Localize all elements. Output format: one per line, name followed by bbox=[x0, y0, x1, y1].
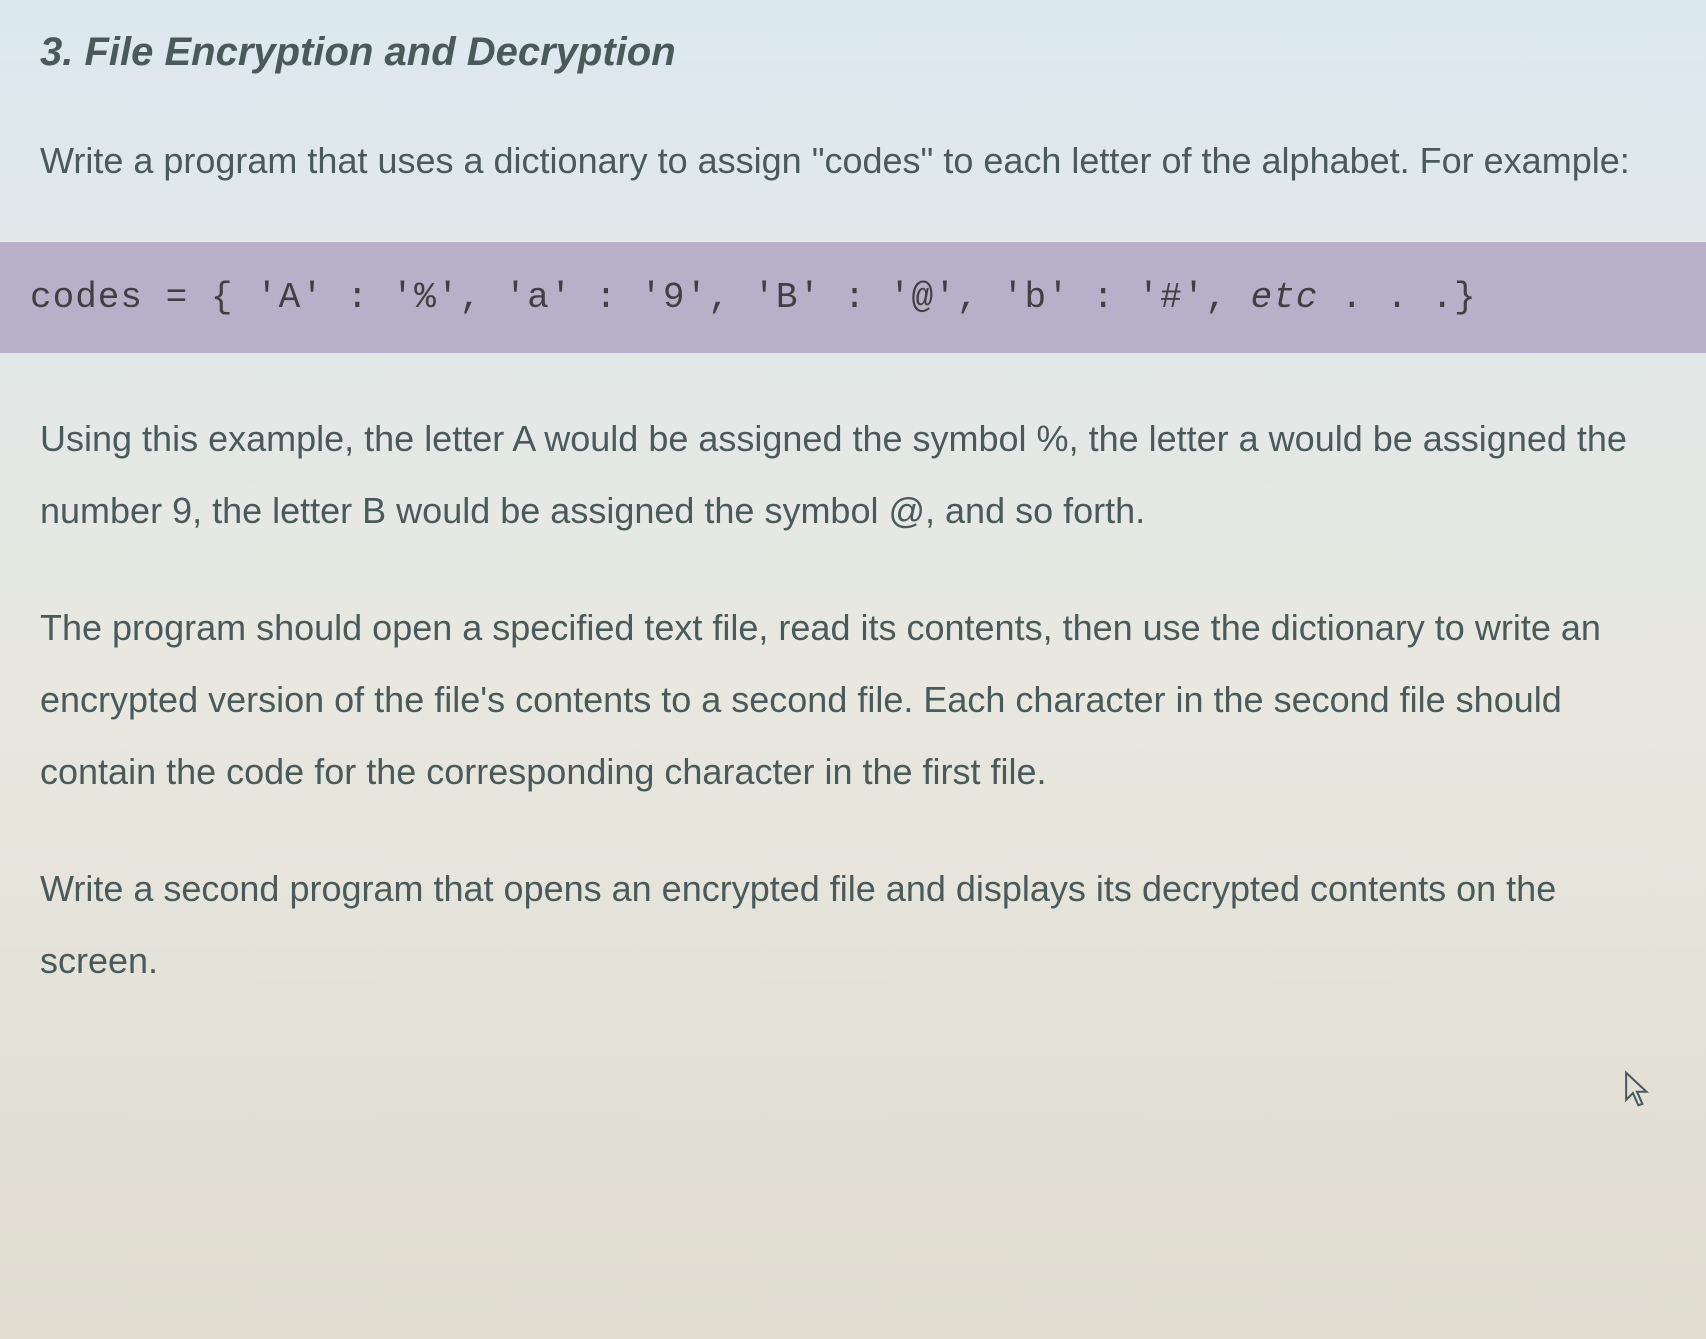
section-heading: 3. File Encryption and Decryption bbox=[40, 30, 1666, 75]
explanation-paragraph: Using this example, the letter A would b… bbox=[40, 403, 1666, 547]
instruction-paragraph-1: The program should open a specified text… bbox=[40, 592, 1666, 808]
code-example: codes = { 'A' : '%', 'a' : '9', 'B' : '@… bbox=[0, 242, 1706, 353]
intro-paragraph: Write a program that uses a dictionary t… bbox=[40, 125, 1666, 197]
instruction-paragraph-2: Write a second program that opens an enc… bbox=[40, 853, 1666, 997]
code-prefix: codes = { 'A' : '%', 'a' : '9', 'B' : '@… bbox=[30, 277, 1251, 318]
document-container: 3. File Encryption and Decryption Write … bbox=[0, 0, 1706, 1072]
code-etc: etc bbox=[1251, 277, 1319, 318]
cursor-icon bbox=[1623, 1070, 1651, 1108]
code-suffix: . . .} bbox=[1318, 277, 1476, 318]
